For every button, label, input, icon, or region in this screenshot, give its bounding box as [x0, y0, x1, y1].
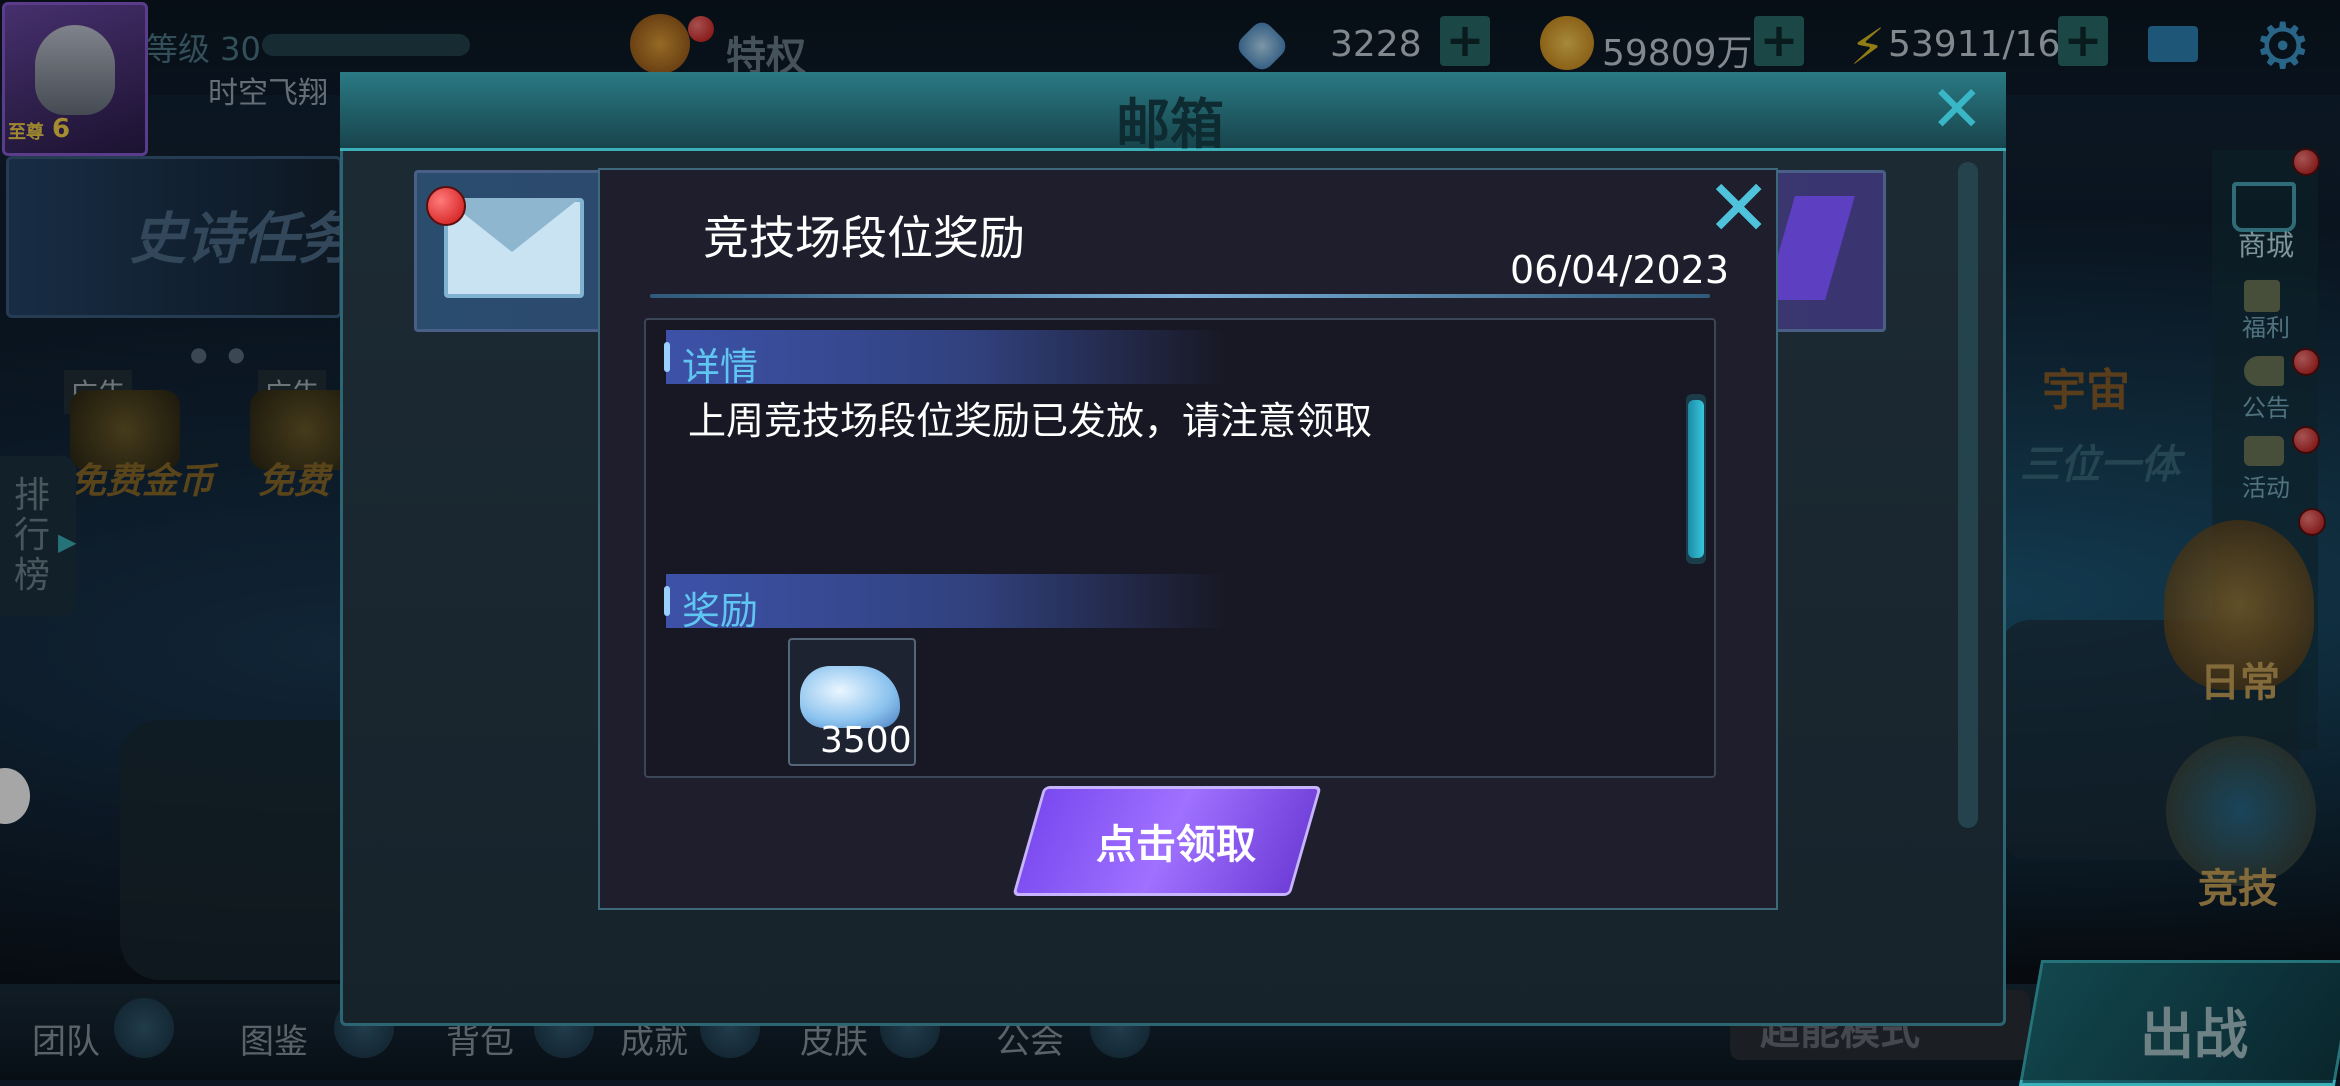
title-divider	[650, 294, 1710, 298]
mailbox-scrollbar[interactable]	[1958, 162, 1978, 828]
unread-dot	[426, 186, 466, 226]
diamond-crystal-icon	[800, 666, 900, 728]
dialog-close-icon[interactable]: ✕	[1706, 170, 1771, 248]
mailbox-title: 邮箱	[1116, 93, 1224, 156]
mail-date: 06/04/2023	[1510, 248, 1730, 292]
mailbox-close-icon[interactable]: ✕	[1930, 78, 1984, 142]
section-marker	[664, 586, 670, 616]
mail-body-text: 上周竞技场段位奖励已发放，请注意领取	[688, 399, 1373, 443]
section-marker	[664, 342, 670, 372]
mail-title: 竞技场段位奖励	[703, 211, 1025, 265]
claim-button-label[interactable]: 点击领取	[1028, 812, 1324, 870]
rewards-header-label: 奖励	[682, 589, 759, 633]
content-scrollbar-thumb[interactable]	[1688, 400, 1704, 558]
details-header-label: 详情	[682, 345, 759, 389]
reward-quantity: 3500	[820, 720, 912, 761]
